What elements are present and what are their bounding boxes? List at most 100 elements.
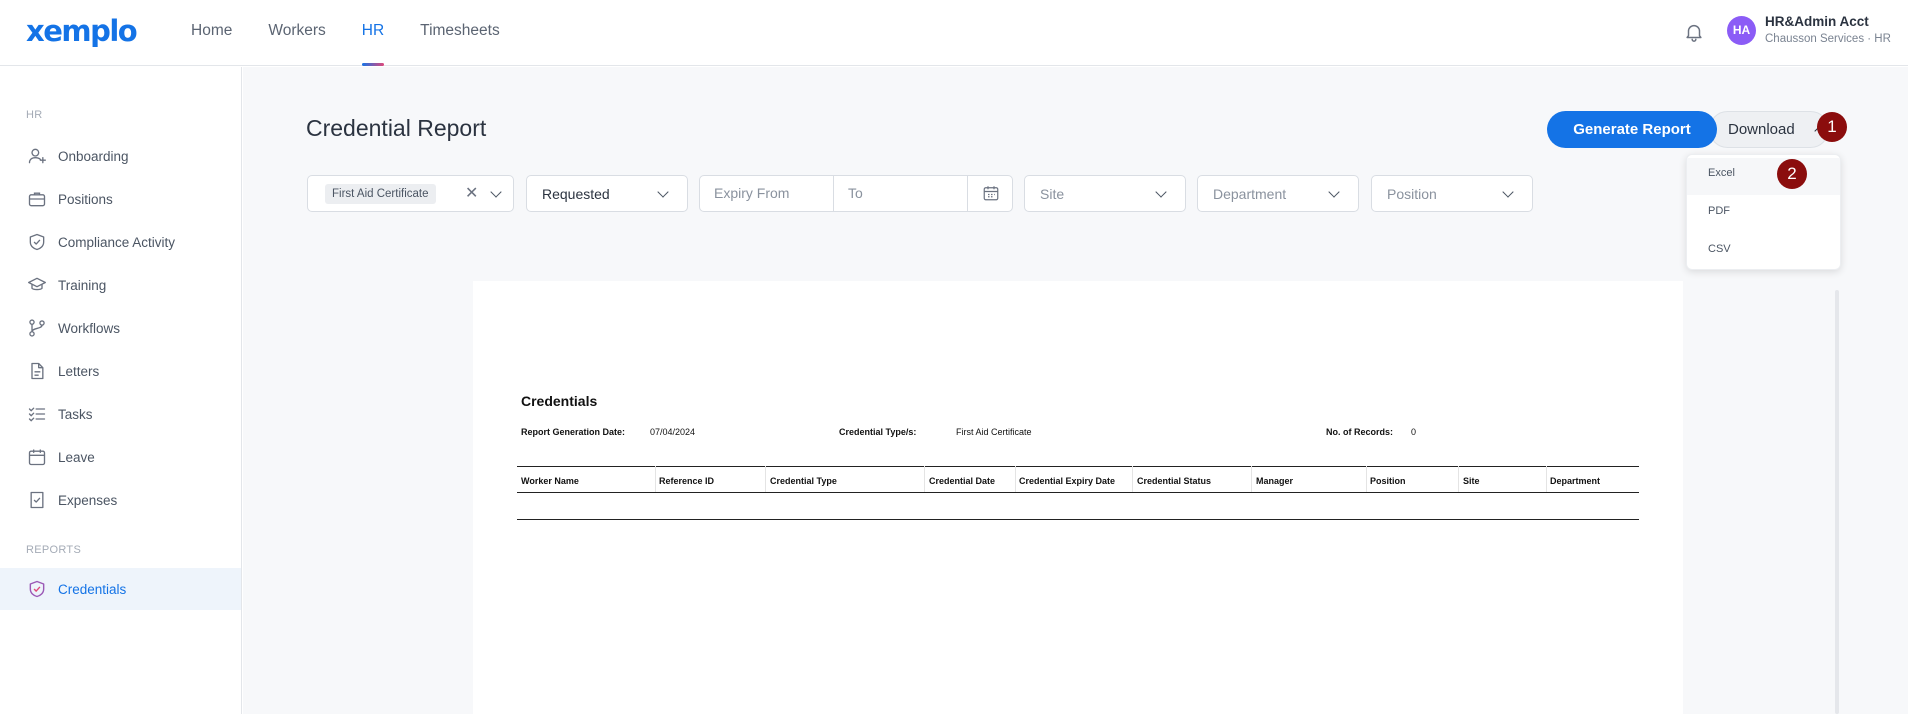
sidebar-section-hr: HR: [26, 109, 43, 121]
user-organization: Chausson Services · HR: [1765, 33, 1891, 45]
column-header-position: Position: [1370, 476, 1406, 486]
site-filter[interactable]: Site: [1024, 175, 1186, 212]
report-preview: Credentials Report Generation Date: 07/0…: [473, 281, 1683, 714]
app-logo[interactable]: xemplo: [26, 14, 138, 48]
credential-type-chip: First Aid Certificate: [325, 184, 436, 204]
sidebar-item-expenses[interactable]: Expenses: [0, 479, 241, 521]
shield-check-icon: [29, 580, 45, 598]
chevron-down-icon: [657, 186, 669, 198]
download-button[interactable]: Download: [1709, 111, 1829, 148]
table-bottom-rule: [517, 519, 1639, 520]
sidebar-item-label: Leave: [58, 449, 95, 465]
sidebar-item-credentials[interactable]: Credentials: [0, 568, 241, 610]
menu-item-pdf[interactable]: PDF: [1687, 196, 1840, 233]
chevron-down-icon: [1155, 186, 1167, 198]
column-header-credential-expiry-date: Credential Expiry Date: [1019, 476, 1116, 486]
position-filter-placeholder: Position: [1387, 186, 1437, 202]
sidebar-item-label: Training: [58, 277, 107, 293]
step-badge-1: 1: [1817, 112, 1847, 142]
site-filter-placeholder: Site: [1040, 186, 1065, 202]
download-menu: Excel PDF CSV: [1686, 154, 1841, 270]
main-content: Credential Report Download Generate Repo…: [243, 67, 1908, 714]
records-count-label: No. of Records:: [1326, 427, 1394, 437]
column-separator: [1546, 466, 1547, 492]
department-filter-placeholder: Department: [1213, 186, 1287, 202]
report-generation-date: 07/04/2024: [650, 427, 696, 437]
sidebar-item-label: Workflows: [58, 320, 121, 336]
clear-icon[interactable]: ✕: [465, 183, 478, 203]
report-generation-date-label: Report Generation Date:: [521, 427, 626, 437]
avatar[interactable]: HA: [1727, 16, 1756, 45]
column-separator: [1132, 466, 1133, 492]
receipt-check-icon: [30, 491, 44, 509]
user-plus-icon: [28, 148, 46, 164]
sidebar-item-workflows[interactable]: Workflows: [0, 307, 241, 349]
column-header-worker-name: Worker Name: [521, 476, 579, 486]
nav-home[interactable]: Home: [191, 0, 232, 66]
department-filter[interactable]: Department: [1197, 175, 1359, 212]
chevron-down-icon: [1502, 186, 1514, 198]
table-top-rule: [517, 466, 1639, 467]
sidebar-item-compliance-activity[interactable]: Compliance Activity: [0, 221, 241, 263]
sidebar-item-label: Credentials: [58, 581, 127, 597]
expiry-to-input[interactable]: To: [834, 176, 968, 211]
credential-types-value: First Aid Certificate: [956, 427, 1032, 437]
nav-workers[interactable]: Workers: [268, 0, 325, 66]
sidebar-item-label: Letters: [58, 363, 100, 379]
menu-item-excel[interactable]: Excel: [1687, 158, 1840, 195]
sidebar-item-training[interactable]: Training: [0, 264, 241, 306]
column-separator: [765, 466, 766, 492]
step-badge-2: 2: [1777, 159, 1807, 189]
column-header-site: Site: [1463, 476, 1480, 486]
credential-types-label: Credential Type/s:: [839, 427, 917, 437]
calendar-icon[interactable]: [982, 184, 1000, 202]
position-filter[interactable]: Position: [1371, 175, 1533, 212]
status-filter-value: Requested: [542, 186, 610, 202]
shield-check-icon: [29, 233, 45, 251]
user-name[interactable]: HR&Admin Acct: [1765, 14, 1869, 29]
column-header-reference-id: Reference ID: [659, 476, 715, 486]
sidebar-item-tasks[interactable]: Tasks: [0, 393, 241, 435]
graduation-cap-icon: [28, 277, 46, 291]
download-button-label: Download: [1728, 121, 1795, 138]
column-separator: [1251, 466, 1252, 492]
menu-item-csv[interactable]: CSV: [1687, 234, 1840, 271]
sidebar-item-label: Positions: [58, 191, 113, 207]
column-header-manager: Manager: [1256, 476, 1294, 486]
sidebar-item-label: Compliance Activity: [58, 234, 176, 250]
sidebar: HR Onboarding Positions Compliance Activ…: [0, 67, 242, 714]
chevron-down-icon: [1328, 186, 1340, 198]
nav-hr[interactable]: HR: [361, 0, 385, 66]
column-separator: [1015, 466, 1016, 492]
nav-timesheets[interactable]: Timesheets: [420, 0, 500, 66]
table-header-rule: [517, 492, 1639, 493]
sidebar-item-label: Tasks: [58, 406, 93, 422]
column-separator: [1366, 466, 1367, 492]
sidebar-section-reports: REPORTS: [26, 544, 82, 556]
sidebar-item-positions[interactable]: Positions: [0, 178, 241, 220]
briefcase-icon: [28, 192, 46, 207]
calendar-icon: [28, 449, 46, 466]
credential-type-filter[interactable]: First Aid Certificate ✕: [307, 175, 514, 212]
checklist-icon: [28, 407, 46, 422]
expiry-from-input[interactable]: Expiry From: [700, 176, 834, 211]
report-title: Credentials: [521, 393, 598, 409]
git-branch-icon: [29, 319, 45, 337]
chevron-down-icon: [490, 186, 502, 198]
records-count: 0: [1411, 427, 1417, 437]
expiry-date-range[interactable]: Expiry From To: [699, 175, 1013, 212]
sidebar-item-leave[interactable]: Leave: [0, 436, 241, 478]
sidebar-item-onboarding[interactable]: Onboarding: [0, 135, 241, 177]
sidebar-item-label: Onboarding: [58, 148, 129, 164]
document-icon: [31, 362, 44, 380]
column-header-credential-status: Credential Status: [1137, 476, 1212, 486]
generate-report-button[interactable]: Generate Report: [1547, 111, 1717, 148]
sidebar-item-letters[interactable]: Letters: [0, 350, 241, 392]
report-scrollbar[interactable]: [1835, 290, 1839, 714]
status-filter[interactable]: Requested: [526, 175, 688, 212]
top-bar: xemplo Home Workers HR Timesheets HA HR&…: [0, 0, 1908, 66]
page-title: Credential Report: [306, 115, 487, 141]
column-separator: [655, 466, 656, 492]
bell-icon[interactable]: [1683, 20, 1705, 44]
main-nav: Home Workers HR Timesheets: [191, 0, 536, 66]
